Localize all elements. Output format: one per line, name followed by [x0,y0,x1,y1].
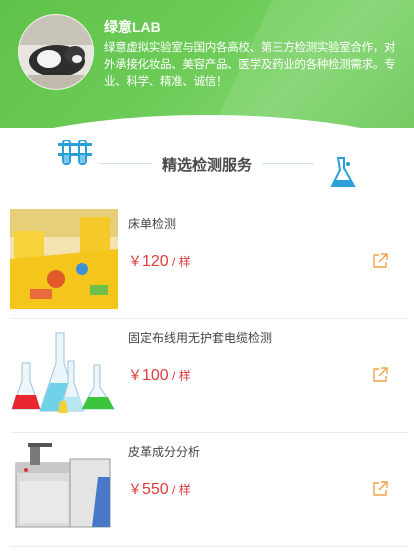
price-currency: ￥ [128,253,142,269]
price-currency: ￥ [128,367,142,383]
flask-icon [328,156,358,190]
external-link-icon[interactable] [372,253,388,269]
external-link-icon[interactable] [372,367,388,383]
price-amount: 120 [142,253,169,270]
divider [10,318,408,319]
cable-flasks-image [10,323,118,423]
list-item[interactable]: 皮革成分分析 ￥550 / 样 [0,437,414,549]
price-amount: 550 [142,481,169,498]
price-amount: 100 [142,367,169,384]
brand-name: 绿意LAB [104,19,161,35]
item-price: ￥120 / 样 [128,251,191,271]
divider [10,546,408,547]
list-item[interactable]: 床单检测 ￥120 / 样 [0,209,414,321]
list-item[interactable]: 固定布线用无护套电缆检测 ￥100 / 样 [0,323,414,435]
item-name[interactable]: 皮革成分分析 [128,443,200,460]
item-name[interactable]: 床单检测 [128,215,176,232]
leather-analyzer-image [10,437,118,537]
price-unit: / 样 [168,255,191,269]
avatar[interactable] [18,14,94,90]
price-unit: / 样 [168,369,191,383]
item-price: ￥550 / 样 [128,479,191,499]
price-currency: ￥ [128,481,142,497]
external-link-icon[interactable] [372,481,388,497]
section-heading: 精选检测服务 [0,138,414,194]
item-price: ￥100 / 样 [128,365,191,385]
item-name[interactable]: 固定布线用无护套电缆检测 [128,329,272,346]
bedsheet-image [10,209,118,309]
brand-intro: 绿意虚拟实验室与国内各高校、第三方检测实验室合作，对外承接化妆品、美容产品、医学… [104,40,396,88]
divider [10,432,408,433]
price-unit: / 样 [168,483,191,497]
heading-line-right [262,163,314,164]
header-banner: 绿意LAB 绿意虚拟实验室与国内各高校、第三方检测实验室合作，对外承接化妆品、美… [0,0,414,128]
